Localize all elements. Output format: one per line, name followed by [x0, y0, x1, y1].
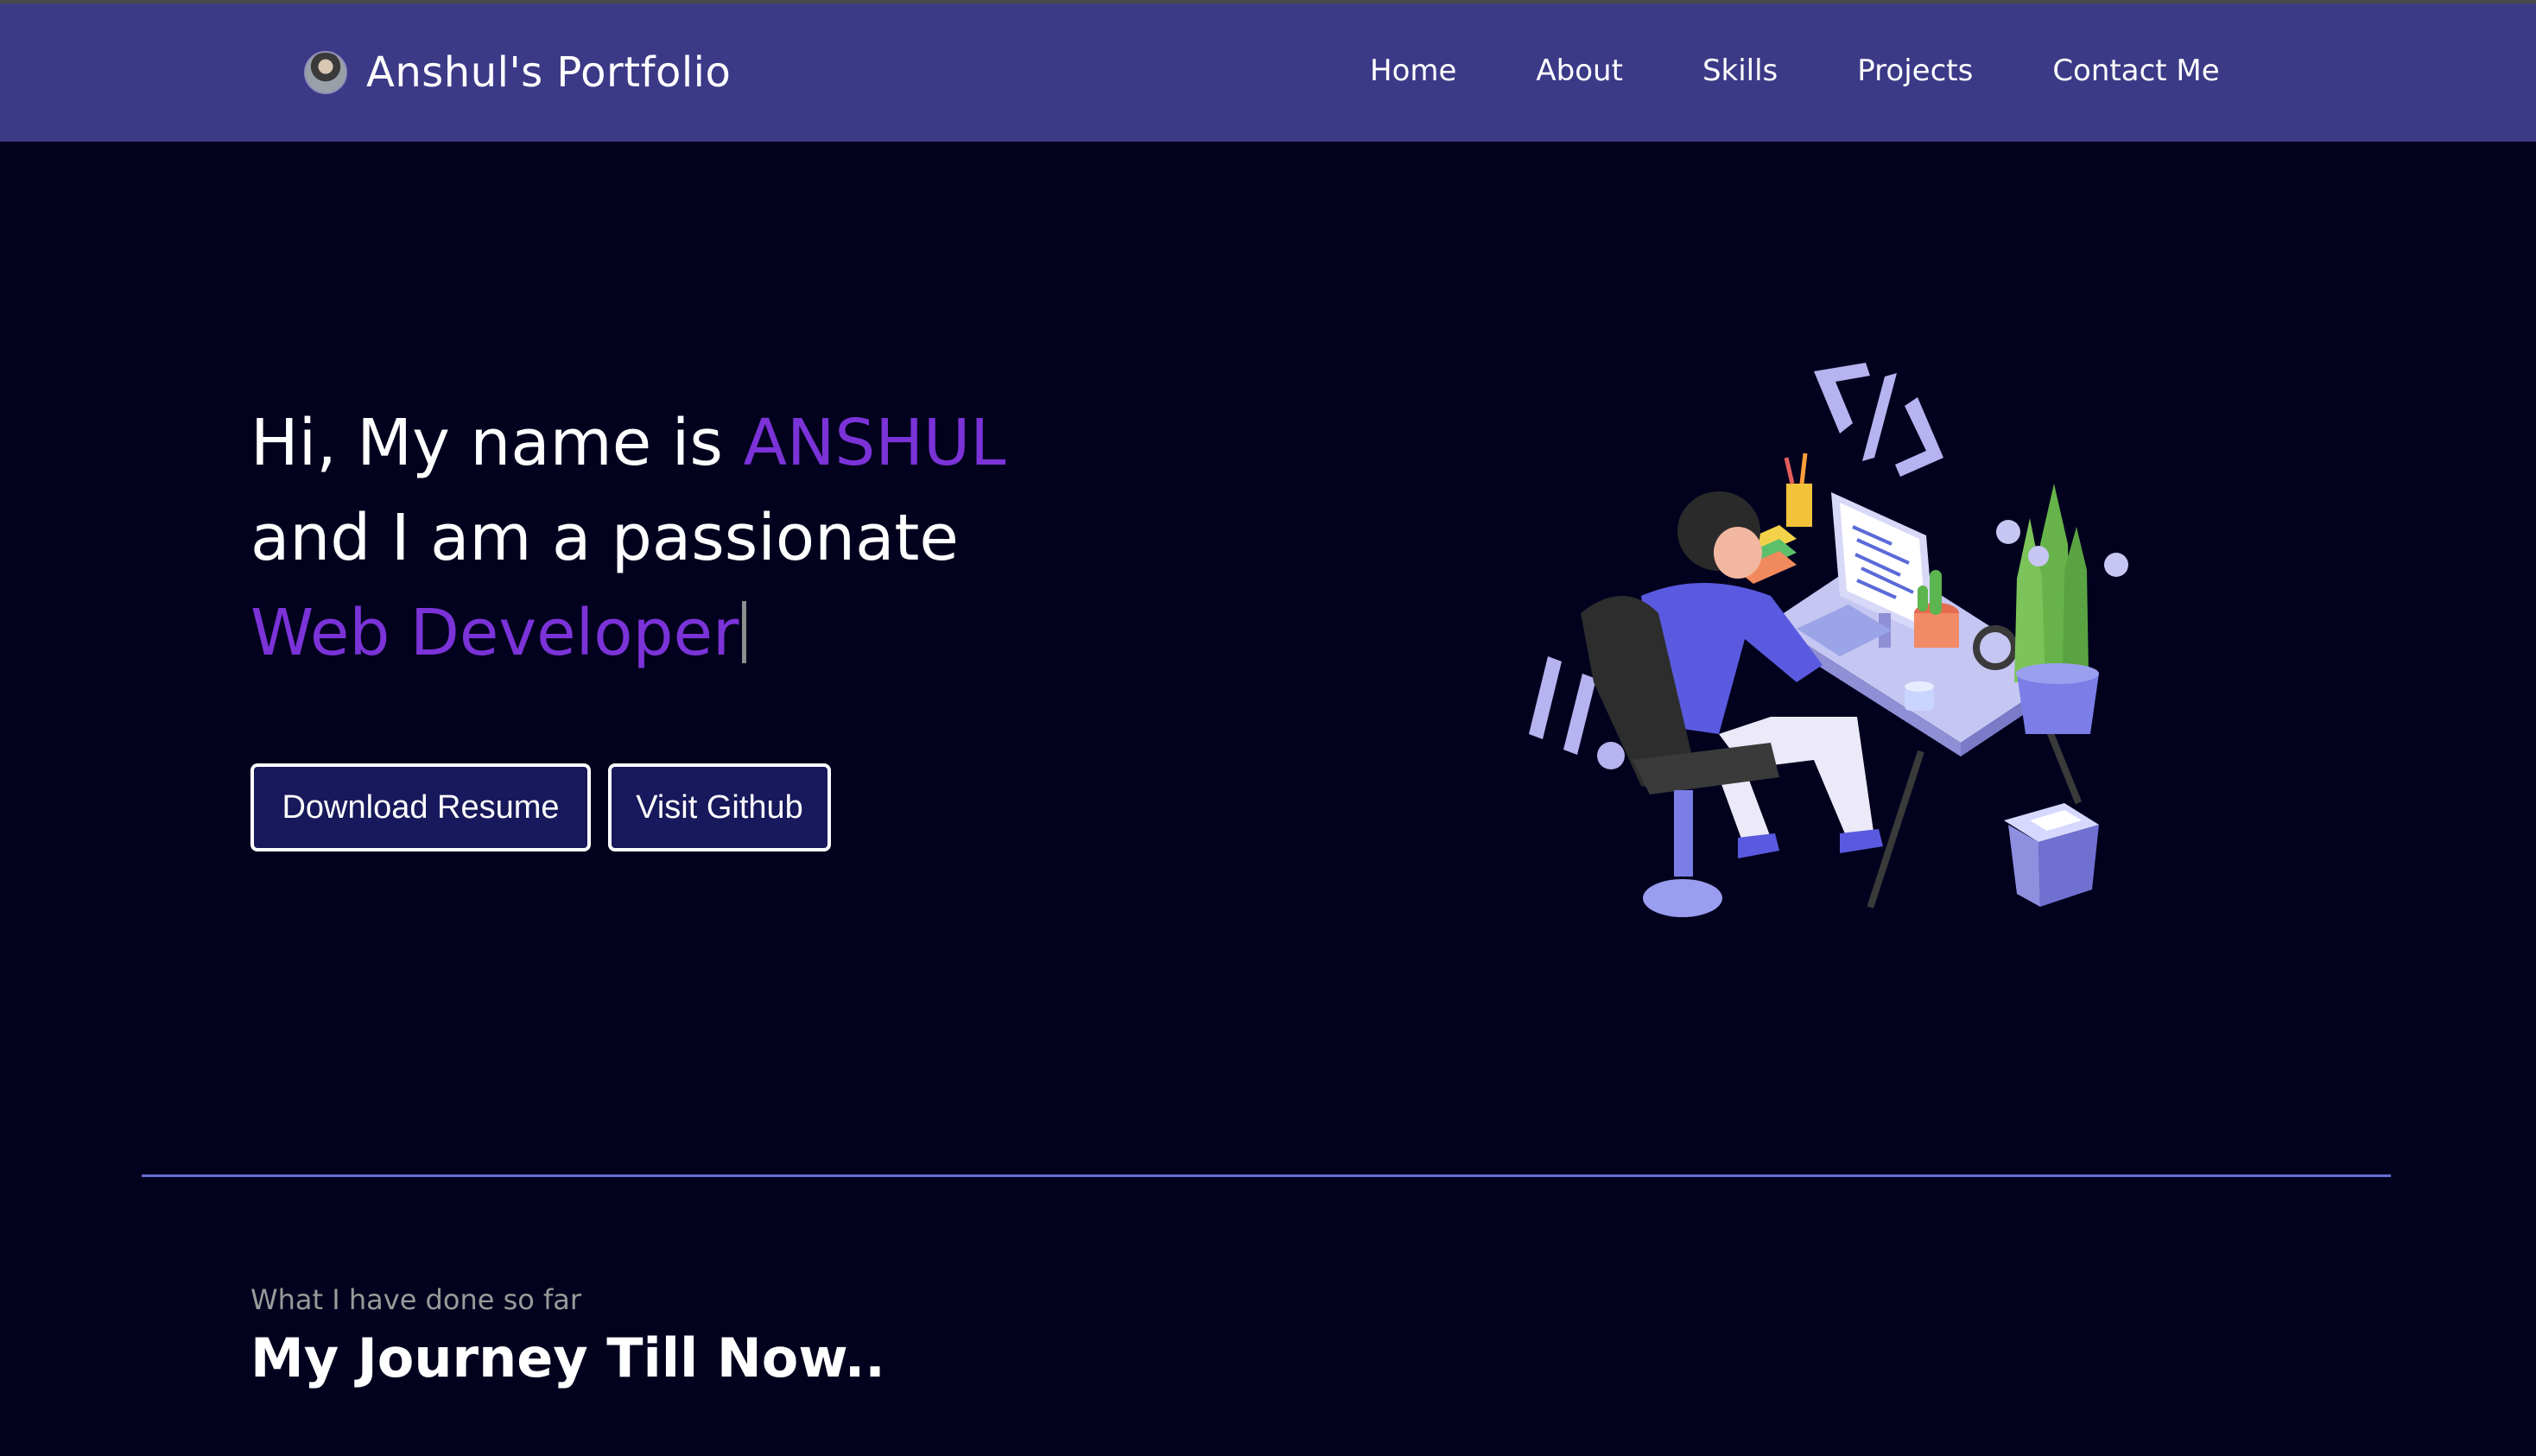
brand-title: Anshul's Portfolio: [366, 48, 732, 97]
download-resume-button[interactable]: Download Resume: [250, 763, 591, 851]
brand[interactable]: Anshul's Portfolio: [304, 38, 731, 107]
hero-role-line: Web Developer: [250, 601, 747, 665]
hero-line-2: and I am a passionate: [250, 501, 959, 575]
pencil-cup: [1784, 453, 1812, 527]
section-divider: [142, 1174, 2391, 1177]
trash-bin: [2004, 803, 2099, 907]
navbar: Anshul's Portfolio Home About Skills Pro…: [0, 3, 2536, 142]
hero-role: Web Developer: [250, 596, 739, 670]
hero-greeting-prefix: Hi, My name is: [250, 406, 744, 480]
journey-title: My Journey Till Now..: [250, 1326, 885, 1390]
nav-link-projects[interactable]: Projects: [1857, 54, 1973, 88]
developer-illustration: [1529, 363, 2128, 917]
hero-name: ANSHUL: [743, 406, 1006, 480]
typing-cursor: [742, 601, 747, 663]
nav-link-home[interactable]: Home: [1370, 54, 1456, 88]
journey-subtitle: What I have done so far: [250, 1283, 582, 1316]
avatar: [304, 51, 347, 94]
nav-links: Home About Skills Projects Contact Me: [1370, 54, 2220, 88]
hero-greeting: Hi, My name is ANSHUL: [250, 411, 1005, 475]
nav-link-skills[interactable]: Skills: [1702, 54, 1778, 88]
visit-github-button[interactable]: Visit Github: [608, 763, 831, 851]
nav-link-about[interactable]: About: [1536, 54, 1623, 88]
nav-link-contact[interactable]: Contact Me: [2052, 54, 2219, 88]
coffee-cup: [1905, 681, 1934, 711]
code-tag-icon: [1814, 363, 1943, 477]
